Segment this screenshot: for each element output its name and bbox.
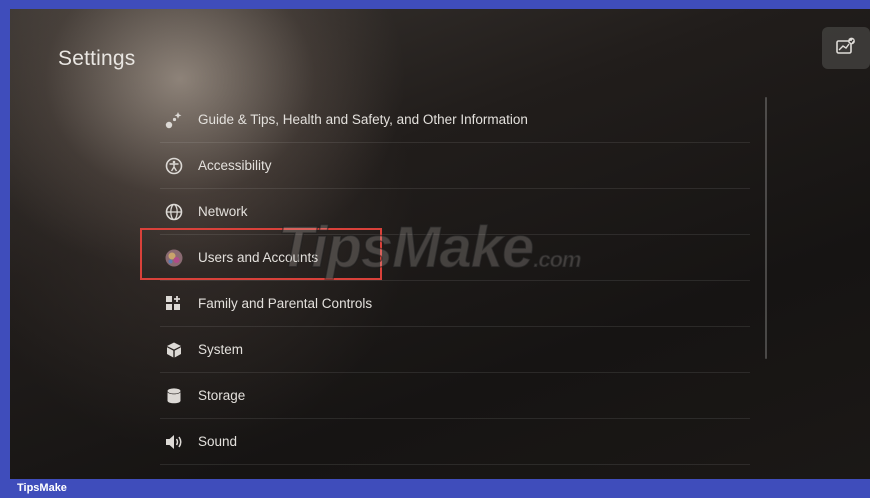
menu-item-sound[interactable]: Sound xyxy=(160,419,750,465)
menu-item-storage[interactable]: Storage xyxy=(160,373,750,419)
screenshot-gallery-icon xyxy=(836,37,856,60)
tips-sparkle-icon xyxy=(163,109,185,131)
menu-item-accessibility[interactable]: Accessibility xyxy=(160,143,750,189)
menu-item-family-parental[interactable]: Family and Parental Controls xyxy=(160,281,750,327)
highlight-box xyxy=(140,228,382,280)
page-title: Settings xyxy=(58,47,136,70)
menu-item-label: System xyxy=(198,342,244,357)
menu-item-screen-video[interactable] xyxy=(160,465,750,479)
menu-item-label: Sound xyxy=(198,434,238,449)
scrollbar[interactable] xyxy=(765,97,767,359)
speaker-icon xyxy=(163,431,185,453)
menu-item-label: Accessibility xyxy=(198,158,272,173)
globe-icon xyxy=(163,201,185,223)
menu-item-guide-tips[interactable]: Guide & Tips, Health and Safety, and Oth… xyxy=(160,97,750,143)
screenshot-gallery-button[interactable] xyxy=(822,27,870,69)
footer-brand: TipsMake xyxy=(17,482,67,494)
settings-menu: Guide & Tips, Health and Safety, and Oth… xyxy=(160,97,750,479)
menu-item-label: Network xyxy=(198,204,248,219)
family-controls-icon xyxy=(163,293,185,315)
menu-item-label: Guide & Tips, Health and Safety, and Oth… xyxy=(198,112,528,127)
menu-item-label: Family and Parental Controls xyxy=(198,296,373,311)
settings-screen: Settings Guide & Tips, Health and Safety… xyxy=(10,9,870,479)
system-cube-icon xyxy=(163,339,185,361)
menu-item-system[interactable]: System xyxy=(160,327,750,373)
storage-cylinder-icon xyxy=(163,385,185,407)
menu-item-label: Storage xyxy=(198,388,246,403)
accessibility-icon xyxy=(163,155,185,177)
footer-bar: TipsMake xyxy=(0,479,870,498)
